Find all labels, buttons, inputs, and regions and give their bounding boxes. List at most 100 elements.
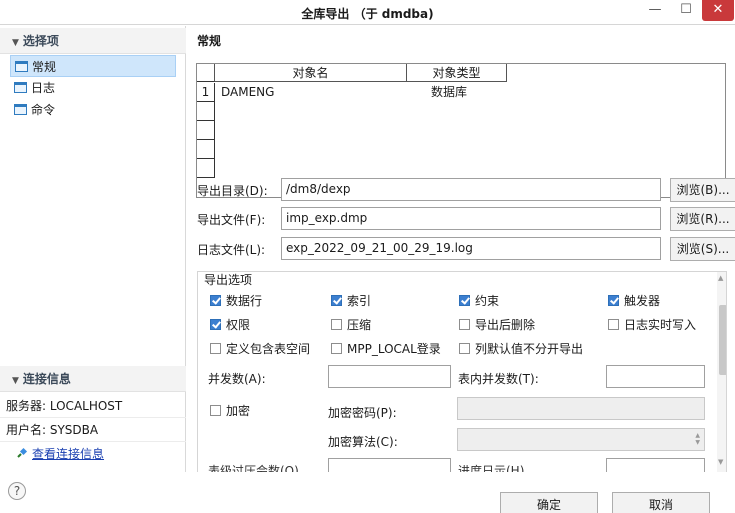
column-header-object-name[interactable]: 对象名 [215, 64, 407, 82]
row-number [197, 159, 215, 178]
close-button[interactable]: ✕ [702, 0, 734, 21]
triggers-checkbox[interactable]: 触发器 [608, 292, 660, 310]
page-icon [14, 104, 27, 115]
mpp-local-checkbox[interactable]: MPP_LOCAL登录 [331, 340, 441, 358]
log-file-label: 日志文件(L): [197, 243, 266, 257]
table-parallel-input[interactable] [606, 365, 705, 388]
sidebar: ▼ 选择项 常规 日志 命令 ▼ 连接信息 服务器: LOCALHOST 用户名: … [0, 26, 186, 472]
tablespace-checkbox[interactable]: 定义包含表空间 [210, 340, 310, 358]
row-number: 1 [197, 83, 215, 102]
encrypt-password-label: 加密密码(P): [328, 406, 397, 420]
checkbox-checked-icon [331, 295, 342, 306]
export-file-input[interactable]: imp_exp.dmp [281, 207, 661, 230]
cut-off-label-2: 进度日示(H) [458, 464, 525, 472]
rows-checkbox-label: 数据行 [226, 294, 263, 308]
row-number [197, 121, 215, 140]
sidebar-section-header[interactable]: ▼ 选择项 [0, 28, 186, 54]
cancel-button[interactable]: 取消 [612, 492, 710, 513]
sidebar-item-label: 日志 [31, 81, 56, 95]
encrypt-algorithm-select[interactable]: ▲ ▼ [457, 428, 705, 451]
main-panel: 常规 对象名 对象类型 1 DAMENG 数据库 导出目录(D): /dm8/d… [187, 26, 735, 472]
export-dir-input[interactable]: /dm8/dexp [281, 178, 661, 201]
compress-checkbox-label: 压缩 [347, 318, 372, 332]
drop-after-checkbox-label: 导出后删除 [475, 318, 536, 332]
log-realtime-checkbox[interactable]: 日志实时写入 [608, 316, 696, 334]
checkbox-checked-icon [210, 295, 221, 306]
default-split-checkbox[interactable]: 列默认值不分开导出 [459, 340, 583, 358]
checkbox-checked-icon [459, 295, 470, 306]
checkbox-unchecked-icon [210, 405, 221, 416]
maximize-button[interactable]: ☐ [671, 0, 701, 21]
scroll-down-icon[interactable]: ▼ [718, 458, 723, 466]
collapse-triangle-icon: ▼ [12, 38, 19, 48]
log-realtime-checkbox-label: 日志实时写入 [624, 318, 697, 332]
row-number [197, 140, 215, 159]
cut-off-label: 表级过压会数(Q) [208, 464, 299, 472]
encrypt-checkbox[interactable]: 加密 [210, 402, 250, 420]
grants-checkbox-label: 权限 [226, 318, 251, 332]
browse-file-button[interactable]: 浏览(R)... [670, 207, 735, 231]
row-number [197, 102, 215, 121]
indexes-checkbox-label: 索引 [347, 294, 372, 308]
triggers-checkbox-label: 触发器 [624, 294, 661, 308]
encrypt-password-input[interactable] [457, 397, 705, 420]
sidebar-item-general[interactable]: 常规 [10, 55, 176, 77]
tablespace-checkbox-label: 定义包含表空间 [226, 342, 311, 356]
spinner-arrows-icon: ▲ ▼ [695, 432, 700, 446]
export-options-legend: 导出选项 [202, 272, 255, 288]
minimize-button[interactable]: — [640, 0, 670, 21]
checkbox-unchecked-icon [459, 343, 470, 354]
view-connection-row: 查看连接信息 [0, 442, 186, 466]
window-title: 全库导出 （于 dmdba) [301, 7, 434, 21]
column-header-object-type[interactable]: 对象类型 [407, 64, 507, 82]
connection-plug-icon [17, 447, 28, 458]
sidebar-item-command[interactable]: 命令 [10, 99, 176, 121]
ok-button[interactable]: 确定 [500, 492, 598, 513]
checkbox-checked-icon [210, 319, 221, 330]
constraints-checkbox-label: 约束 [475, 294, 500, 308]
scroll-up-icon[interactable]: ▲ [718, 274, 723, 282]
encrypt-algorithm-label: 加密算法(C): [328, 435, 398, 449]
export-dir-label: 导出目录(D): [197, 184, 268, 198]
grid-cell-object-name[interactable]: DAMENG [221, 83, 274, 102]
view-connection-link[interactable]: 查看连接信息 [32, 447, 104, 461]
user-info: 用户名: SYSDBA [0, 418, 186, 442]
checkbox-checked-icon [608, 295, 619, 306]
table-parallel-label: 表内并发数(T): [458, 372, 539, 386]
log-file-input[interactable]: exp_2022_09_21_00_29_19.log [281, 237, 661, 260]
grid-cell-object-type[interactable]: 数据库 [431, 83, 467, 102]
browse-log-button[interactable]: 浏览(S)... [670, 237, 735, 261]
connection-section-header[interactable]: ▼ 连接信息 [0, 366, 186, 392]
grants-checkbox[interactable]: 权限 [210, 316, 250, 334]
server-info: 服务器: LOCALHOST [0, 394, 186, 418]
checkbox-unchecked-icon [331, 319, 342, 330]
page-title: 常规 [197, 34, 222, 48]
export-options-group: 导出选项 数据行 索引 约束 触发器 权限 压缩 导出后删除 日志实时写入 定义… [197, 271, 727, 472]
checkbox-unchecked-icon [210, 343, 221, 354]
dialog-footer: ? 确定 取消 [0, 472, 735, 513]
grid-corner [197, 64, 215, 82]
mpp-local-checkbox-label: MPP_LOCAL登录 [347, 342, 441, 356]
sidebar-item-label: 常规 [32, 60, 57, 74]
parallel-label: 并发数(A): [208, 372, 266, 386]
scrollbar-thumb[interactable] [719, 305, 726, 375]
default-split-checkbox-label: 列默认值不分开导出 [475, 342, 584, 356]
rows-checkbox[interactable]: 数据行 [210, 292, 262, 310]
title-bar: 全库导出 （于 dmdba) — ☐ ✕ [0, 0, 735, 25]
sidebar-item-log[interactable]: 日志 [10, 77, 176, 99]
help-icon[interactable]: ? [8, 482, 26, 500]
page-icon [15, 61, 28, 72]
compress-checkbox[interactable]: 压缩 [331, 316, 371, 334]
cut-off-input[interactable] [328, 458, 451, 472]
parallel-input[interactable] [328, 365, 451, 388]
options-scrollbar[interactable]: ▲ ▼ [717, 272, 726, 472]
drop-after-checkbox[interactable]: 导出后删除 [459, 316, 535, 334]
constraints-checkbox[interactable]: 约束 [459, 292, 499, 310]
encrypt-checkbox-label: 加密 [226, 404, 251, 418]
cut-off-input-2[interactable] [606, 458, 705, 472]
checkbox-unchecked-icon [459, 319, 470, 330]
checkbox-unchecked-icon [608, 319, 619, 330]
collapse-triangle-icon: ▼ [12, 376, 19, 386]
indexes-checkbox[interactable]: 索引 [331, 292, 371, 310]
browse-dir-button[interactable]: 浏览(B)... [670, 178, 735, 202]
